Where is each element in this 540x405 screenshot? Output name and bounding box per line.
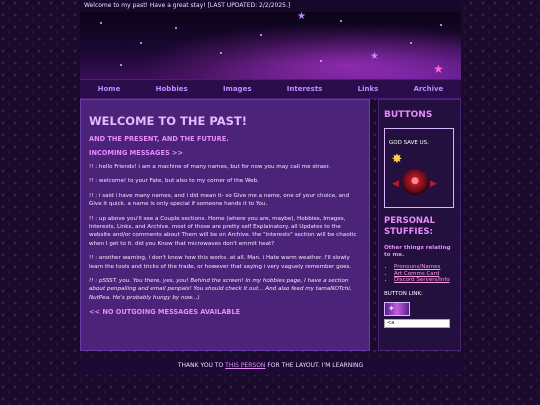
star-dot (175, 27, 177, 29)
star-dot (140, 42, 142, 44)
god-save-us-stamp: GOD SAVE US. ✸ ◀ ▶ (384, 128, 454, 208)
marquee-text: Welcome to my past! Have a great stay! [… (84, 2, 291, 9)
message-item: !! : welcome! to your Fate, but also to … (89, 178, 259, 185)
footer-suffix: FOR THE LAYOUT. I'M LEARNING (267, 362, 364, 369)
main-nav: Home Hobbies Images Interests Links Arch… (80, 79, 461, 99)
footer-prefix: THANK YOU TO (177, 362, 224, 369)
footer-credit-link[interactable]: THIS PERSON (225, 362, 265, 369)
nav-images[interactable]: Images (223, 85, 252, 93)
footer: THANK YOU TO THIS PERSON FOR THE LAYOUT.… (80, 357, 461, 375)
star-dot (340, 20, 342, 22)
star-icon: ★ (370, 51, 379, 62)
wing-right-icon: ▶ (430, 179, 437, 189)
starry-header-banner: ★ ★ ★ (80, 12, 461, 79)
message-item: !! : up above you'll see a Couple sectio… (89, 215, 357, 247)
star-dot (220, 52, 222, 54)
message-item: !! : i said i have many names, and i did… (89, 192, 350, 208)
red-eye-creature-icon (402, 169, 428, 195)
buttons-heading: BUTTONS (384, 110, 433, 120)
nav-links[interactable]: Links (358, 85, 379, 93)
nav-home[interactable]: Home (98, 85, 121, 93)
star-icon: ★ (297, 12, 306, 22)
star-icon: ★ (433, 62, 444, 76)
button-link-label: BUTTON LINK: (384, 290, 423, 297)
nav-archive[interactable]: Archive (414, 85, 444, 93)
star-dot (260, 34, 262, 36)
star-badge-icon: ✸ (391, 152, 403, 167)
page-subtitle: AND THE PRESENT, AND THE FUTURE. (89, 135, 229, 143)
other-things-text: Other things relating to me. (384, 245, 451, 258)
nav-interests[interactable]: Interests (287, 85, 323, 93)
star-dot (100, 22, 102, 24)
link-pronouns-names[interactable]: Pronouns/Names (394, 264, 455, 271)
page-title: WELCOME TO THE PAST! (89, 114, 247, 128)
message-item: !! : another warning, i don't know how t… (89, 255, 352, 270)
message-item: !! : hello Friends! i am a machine of ma… (89, 164, 331, 170)
site-button-image[interactable]: ✦ (384, 301, 410, 316)
star-dot (440, 24, 442, 26)
star-dot (410, 42, 412, 44)
god-save-us-text: GOD SAVE US. (389, 140, 429, 146)
main-content-panel: WELCOME TO THE PAST! AND THE PRESENT, AN… (80, 99, 370, 351)
outgoing-messages-heading: << NO OUTGOING MESSAGES AVAILABLE (89, 308, 241, 317)
page-wrapper: Welcome to my past! Have a great stay! [… (80, 0, 461, 405)
button-code-field[interactable]: <a (384, 318, 450, 328)
incoming-messages-heading: INCOMING MESSAGES >> (89, 149, 184, 157)
nav-hobbies[interactable]: Hobbies (156, 85, 188, 93)
sparkle-icon: ✦ (388, 303, 395, 313)
message-item: !! : pSSST. you. You there, yes, you! Be… (89, 278, 352, 301)
link-discord-servers[interactable]: Discord Servers/Info (394, 277, 455, 284)
star-dot (120, 64, 122, 66)
personal-stuffies-heading: PERSONAL STUFFIES: (384, 216, 436, 237)
personal-links-list: Pronouns/Names Art Comms Card Discord Se… (384, 264, 455, 284)
link-art-comms-card[interactable]: Art Comms Card (394, 271, 455, 278)
wing-left-icon: ◀ (392, 179, 399, 189)
marquee-banner: Welcome to my past! Have a great stay! [… (80, 0, 461, 12)
sidebar: BUTTONS GOD SAVE US. ✸ ◀ ▶ PERSONAL STUF… (378, 99, 461, 351)
star-dot (320, 60, 322, 62)
